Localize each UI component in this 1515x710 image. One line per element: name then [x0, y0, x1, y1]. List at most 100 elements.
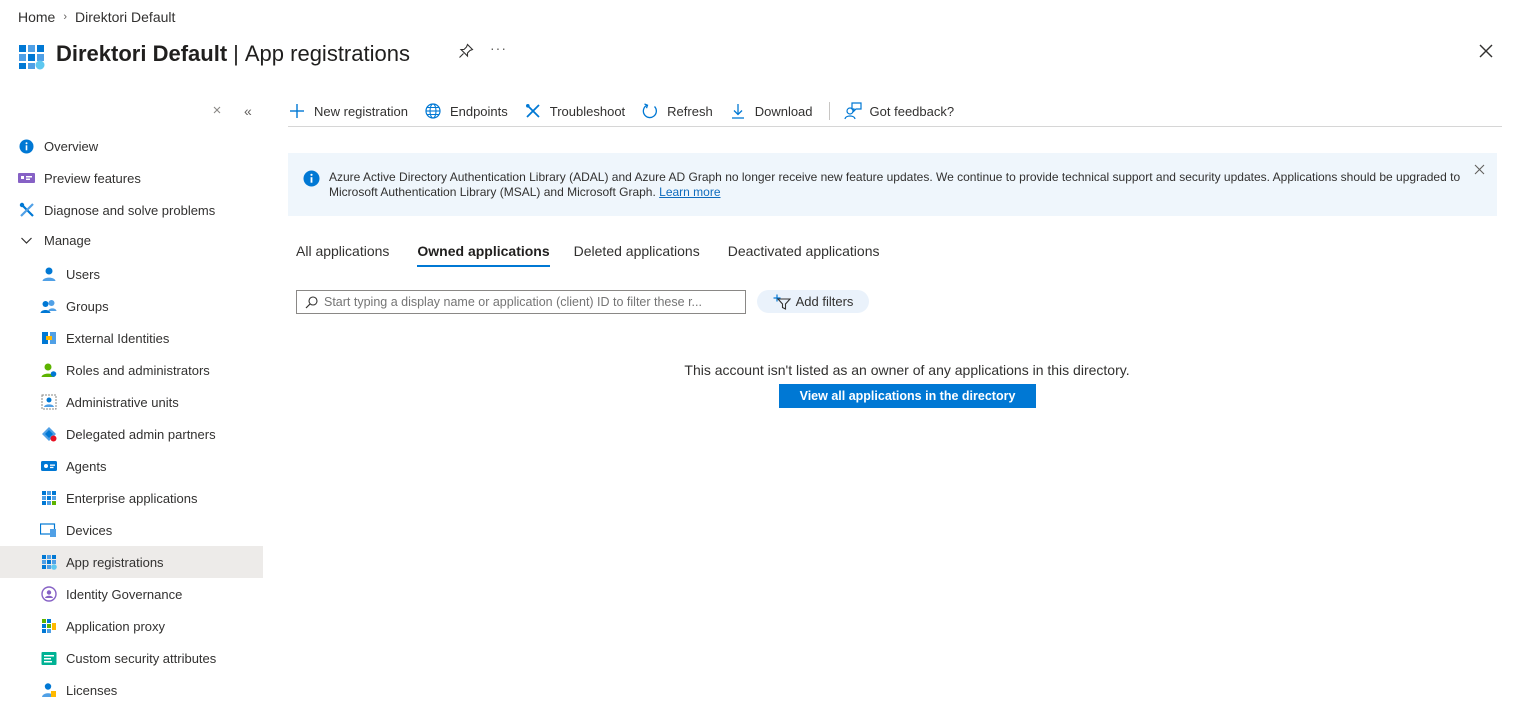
- sidebar-item-diagnose[interactable]: Diagnose and solve problems: [0, 194, 263, 226]
- endpoints-label: Endpoints: [449, 103, 508, 119]
- breadcrumb-current[interactable]: Direktori Default: [75, 9, 175, 25]
- page-title: Direktori Default | App registrations: [18, 38, 410, 70]
- sidebar-item-custom-security-attributes[interactable]: Custom security attributes: [0, 642, 263, 674]
- user-icon: [40, 266, 57, 283]
- close-page-icon[interactable]: [1477, 42, 1495, 60]
- tab-deleted-applications[interactable]: Deleted applications: [574, 243, 700, 266]
- sidebar: Overview Preview features Diagnose and s…: [0, 130, 263, 706]
- plus-icon: [288, 102, 306, 120]
- sidebar-item-label: Agents: [66, 458, 107, 474]
- enterprise-applications-icon: [40, 490, 57, 507]
- download-label: Download: [754, 103, 813, 119]
- sidebar-item-label: Devices: [66, 522, 113, 538]
- sidebar-item-devices[interactable]: Devices: [0, 514, 263, 546]
- banner-message: Azure Active Directory Authentication Li…: [329, 170, 1464, 200]
- view-all-applications-button[interactable]: View all applications in the directory: [779, 384, 1036, 408]
- sidebar-item-users[interactable]: Users: [0, 258, 263, 290]
- sidebar-item-groups[interactable]: Groups: [0, 290, 263, 322]
- preview-features-icon: [18, 170, 35, 187]
- new-registration-button[interactable]: New registration: [288, 97, 408, 125]
- sidebar-item-external-identities[interactable]: External Identities: [0, 322, 263, 354]
- search-icon: [305, 295, 318, 308]
- title-directory: Direktori Default: [56, 41, 228, 66]
- new-registration-label: New registration: [314, 103, 408, 119]
- licenses-icon: [40, 682, 57, 699]
- sidebar-group-label: Manage: [44, 232, 91, 248]
- sidebar-item-label: Roles and administrators: [66, 362, 210, 378]
- got-feedback-button[interactable]: Got feedback?: [843, 97, 955, 125]
- sidebar-item-identity-governance[interactable]: Identity Governance: [0, 578, 263, 610]
- refresh-button[interactable]: Refresh: [641, 97, 713, 125]
- tab-owned-applications[interactable]: Owned applications: [417, 243, 550, 267]
- sidebar-item-label: Identity Governance: [66, 586, 183, 602]
- application-proxy-icon: [40, 618, 57, 635]
- title-page: App registrations: [244, 41, 410, 66]
- feedback-icon: [843, 102, 862, 120]
- clear-search-icon[interactable]: [210, 103, 224, 117]
- sidebar-item-label: Diagnose and solve problems: [44, 202, 216, 218]
- sidebar-item-label: External Identities: [66, 330, 170, 346]
- sidebar-item-enterprise-apps[interactable]: Enterprise applications: [0, 482, 263, 514]
- delegated-admin-icon: [40, 426, 57, 443]
- external-identities-icon: [40, 330, 57, 347]
- sidebar-item-label: Application proxy: [66, 618, 165, 634]
- troubleshoot-button[interactable]: Troubleshoot: [524, 97, 625, 125]
- sidebar-item-roles[interactable]: Roles and administrators: [0, 354, 263, 386]
- info-icon: [18, 138, 35, 155]
- tab-deactivated-applications[interactable]: Deactivated applications: [728, 243, 880, 266]
- sidebar-item-app-registrations[interactable]: App registrations: [0, 546, 263, 578]
- sidebar-item-application-proxy[interactable]: Application proxy: [0, 610, 263, 642]
- banner-close-icon[interactable]: [1474, 164, 1485, 175]
- sidebar-item-admin-units[interactable]: Administrative units: [0, 386, 263, 418]
- filter-search-input[interactable]: [324, 295, 734, 309]
- sidebar-item-preview-features[interactable]: Preview features: [0, 162, 263, 194]
- agents-icon: [40, 458, 57, 475]
- sidebar-group-manage[interactable]: Manage: [0, 226, 263, 254]
- title-separator: |: [233, 41, 239, 66]
- breadcrumb: Home › Direktori Default: [18, 9, 175, 25]
- roles-icon: [40, 362, 57, 379]
- globe-icon: [424, 102, 442, 120]
- devices-icon: [40, 522, 57, 539]
- add-filter-icon: [773, 294, 791, 310]
- sidebar-item-label: App registrations: [66, 554, 164, 570]
- refresh-icon: [641, 102, 659, 120]
- breadcrumb-home[interactable]: Home: [18, 9, 55, 25]
- banner-text: Azure Active Directory Authentication Li…: [329, 170, 1461, 199]
- chevron-down-icon: [18, 232, 35, 249]
- empty-state-message: This account isn't listed as an owner of…: [684, 362, 1130, 378]
- collapse-sidebar-icon[interactable]: «: [244, 103, 252, 119]
- pin-icon[interactable]: [458, 43, 474, 59]
- identity-governance-icon: [40, 586, 57, 603]
- got-feedback-label: Got feedback?: [869, 103, 955, 119]
- sidebar-item-licenses[interactable]: Licenses: [0, 674, 263, 706]
- info-banner: Azure Active Directory Authentication Li…: [288, 153, 1497, 216]
- wrench-icon: [18, 202, 35, 219]
- endpoints-button[interactable]: Endpoints: [424, 97, 508, 125]
- sidebar-item-label: Enterprise applications: [66, 490, 198, 506]
- sidebar-item-label: Administrative units: [66, 394, 179, 410]
- filter-search-box[interactable]: [296, 290, 746, 314]
- sidebar-item-delegated-admin[interactable]: Delegated admin partners: [0, 418, 263, 450]
- sidebar-item-label: Custom security attributes: [66, 650, 217, 666]
- sidebar-item-label: Overview: [44, 138, 99, 154]
- app-registrations-icon: [19, 45, 45, 70]
- administrative-units-icon: [40, 394, 57, 411]
- sidebar-item-agents[interactable]: Agents: [0, 450, 263, 482]
- sidebar-item-overview[interactable]: Overview: [0, 130, 263, 162]
- toolbar-divider: [828, 102, 830, 120]
- command-bar: New registration Endpoints Troubleshoot …: [288, 96, 1502, 127]
- custom-security-attributes-icon: [40, 650, 57, 667]
- add-filters-button[interactable]: Add filters: [757, 290, 869, 313]
- sidebar-item-label: Licenses: [66, 682, 118, 698]
- groups-icon: [40, 298, 57, 315]
- troubleshoot-label: Troubleshoot: [549, 103, 626, 119]
- breadcrumb-chevron-icon: ›: [63, 11, 68, 23]
- download-button[interactable]: Download: [729, 97, 813, 125]
- learn-more-link[interactable]: Learn more: [659, 185, 720, 199]
- more-options-icon[interactable]: ···: [490, 40, 507, 56]
- application-tabs: All applications Owned applications Dele…: [296, 243, 908, 267]
- tab-all-applications[interactable]: All applications: [296, 243, 389, 266]
- refresh-label: Refresh: [667, 103, 713, 119]
- app-registrations-icon: [40, 554, 57, 571]
